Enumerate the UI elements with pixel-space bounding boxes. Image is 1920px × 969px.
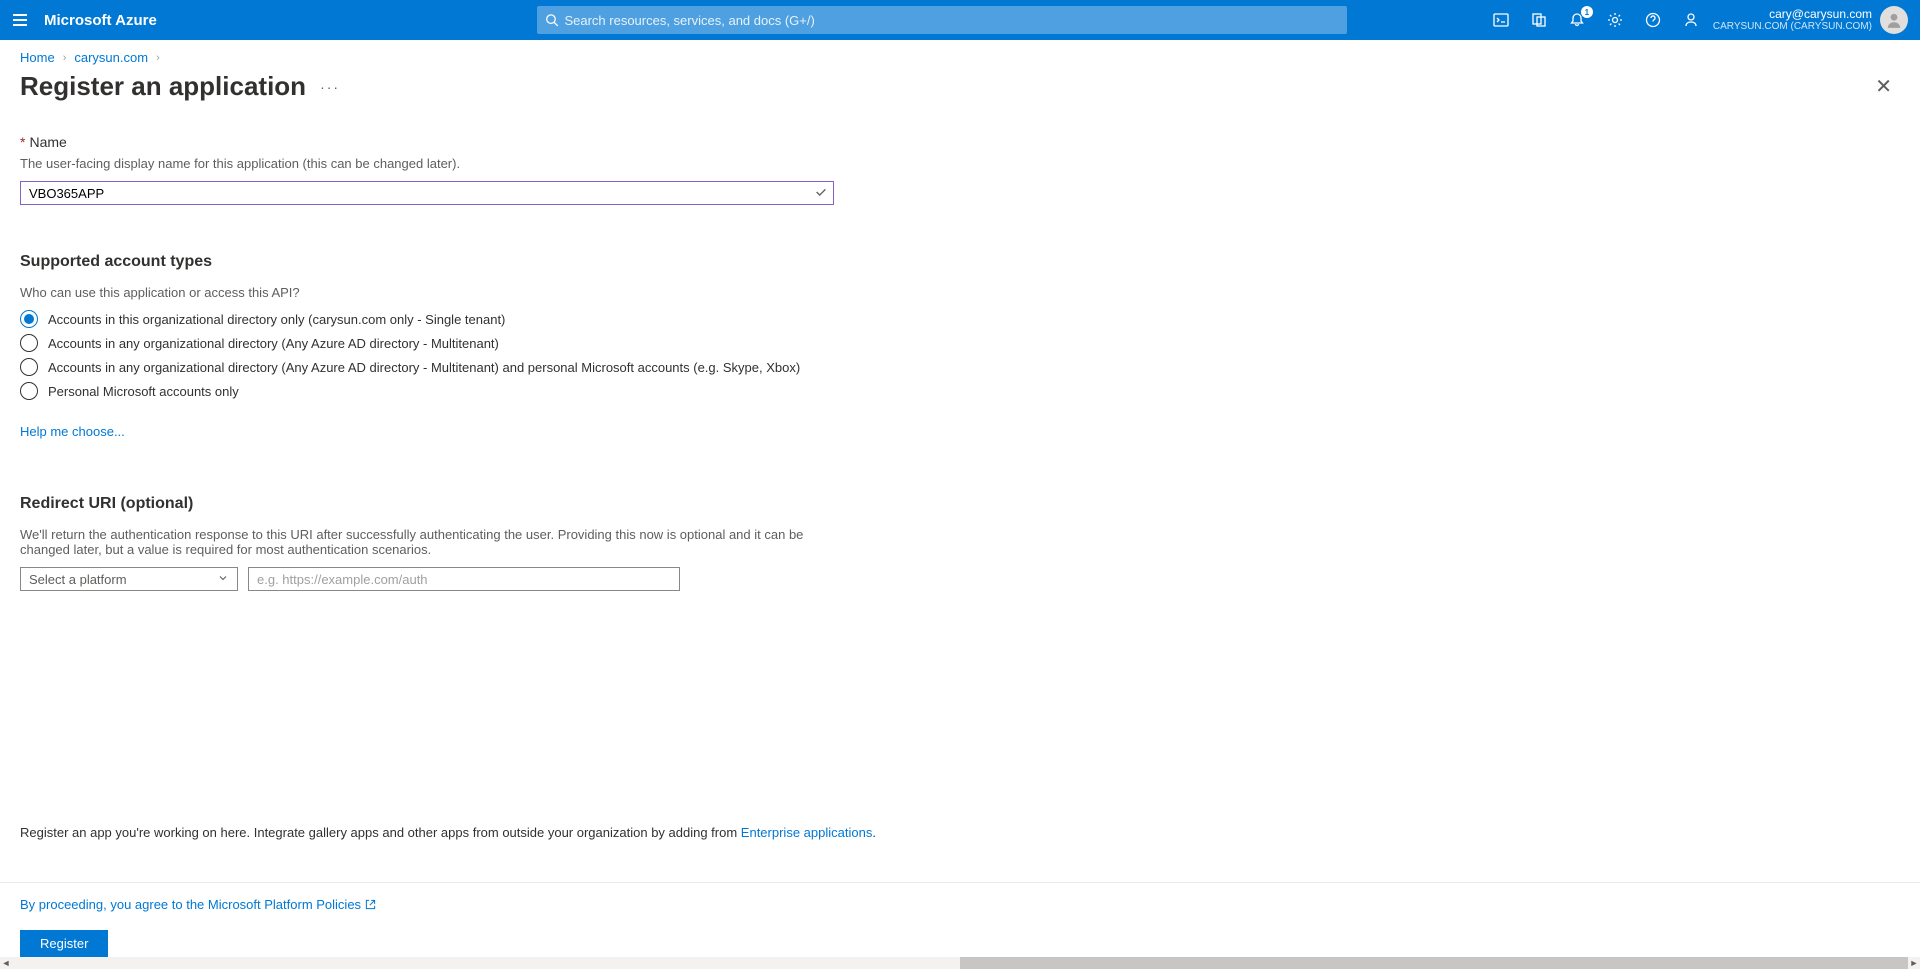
radio-label: Accounts in any organizational directory… [48,336,499,351]
redirect-uri-heading: Redirect URI (optional) [20,495,980,513]
avatar [1880,6,1908,34]
notifications-icon[interactable]: 1 [1567,10,1587,30]
chevron-right-icon: › [59,52,71,64]
breadcrumb-home[interactable]: Home [20,50,55,65]
radio-label: Personal Microsoft accounts only [48,384,239,399]
cloud-shell-icon[interactable] [1491,10,1511,30]
account-menu[interactable]: cary@carysun.com CARYSUN.COM (CARYSUN.CO… [1713,6,1912,34]
page-title: Register an application [20,71,306,102]
scroll-left-arrow[interactable]: ◄ [0,958,12,968]
brand-label[interactable]: Microsoft Azure [44,12,157,29]
horizontal-scrollbar[interactable]: ◄ ► [0,957,1920,969]
register-button[interactable]: Register [20,930,108,957]
more-actions-button[interactable]: ··· [320,79,340,95]
chevron-right-icon: › [152,52,164,64]
radio-label: Accounts in this organizational director… [48,312,505,327]
directories-icon[interactable] [1529,10,1549,30]
application-name-input[interactable] [20,181,834,205]
radio-icon [20,334,38,352]
name-helper-text: The user-facing display name for this ap… [20,156,980,171]
top-navigation-bar: Microsoft Azure 1 cary@carysun.com [0,0,1920,40]
search-icon [545,13,559,27]
account-type-option-multitenant[interactable]: Accounts in any organizational directory… [20,334,980,352]
radio-icon [20,382,38,400]
scroll-right-arrow[interactable]: ► [1908,958,1920,968]
redirect-uri-helper: We'll return the authentication response… [20,527,830,557]
radio-icon [20,310,38,328]
required-asterisk: * [20,134,25,150]
radio-icon [20,358,38,376]
notification-badge: 1 [1581,6,1593,18]
breadcrumb-tenant[interactable]: carysun.com [74,50,148,65]
enterprise-apps-note: Register an app you're working on here. … [20,825,876,840]
account-types-helper: Who can use this application or access t… [20,285,980,300]
radio-label: Accounts in any organizational directory… [48,360,800,375]
account-type-option-single-tenant[interactable]: Accounts in this organizational director… [20,310,980,328]
help-icon[interactable] [1643,10,1663,30]
platform-select-value: Select a platform [29,572,127,587]
breadcrumb: Home › carysun.com › [0,40,1920,71]
redirect-uri-input[interactable] [248,567,680,591]
global-search-input[interactable] [564,13,1338,28]
account-type-option-multitenant-personal[interactable]: Accounts in any organizational directory… [20,358,980,376]
account-types-heading: Supported account types [20,253,980,271]
close-blade-button[interactable]: ✕ [1875,74,1892,99]
chevron-down-icon [217,572,229,587]
scrollbar-thumb[interactable] [960,957,1908,969]
user-tenant: CARYSUN.COM (CARYSUN.COM) [1713,21,1872,32]
account-type-option-personal-only[interactable]: Personal Microsoft accounts only [20,382,980,400]
platform-select[interactable]: Select a platform [20,567,238,591]
hamburger-menu-button[interactable] [8,0,32,40]
checkmark-icon [814,185,828,202]
enterprise-applications-link[interactable]: Enterprise applications [741,825,873,840]
global-search[interactable] [537,6,1347,34]
feedback-icon[interactable] [1681,10,1701,30]
name-label: Name [29,134,66,150]
help-me-choose-link[interactable]: Help me choose... [20,424,125,439]
platform-policies-link[interactable]: By proceeding, you agree to the Microsof… [20,897,1900,912]
external-link-icon [365,899,376,910]
user-email: cary@carysun.com [1713,8,1872,21]
settings-icon[interactable] [1605,10,1625,30]
